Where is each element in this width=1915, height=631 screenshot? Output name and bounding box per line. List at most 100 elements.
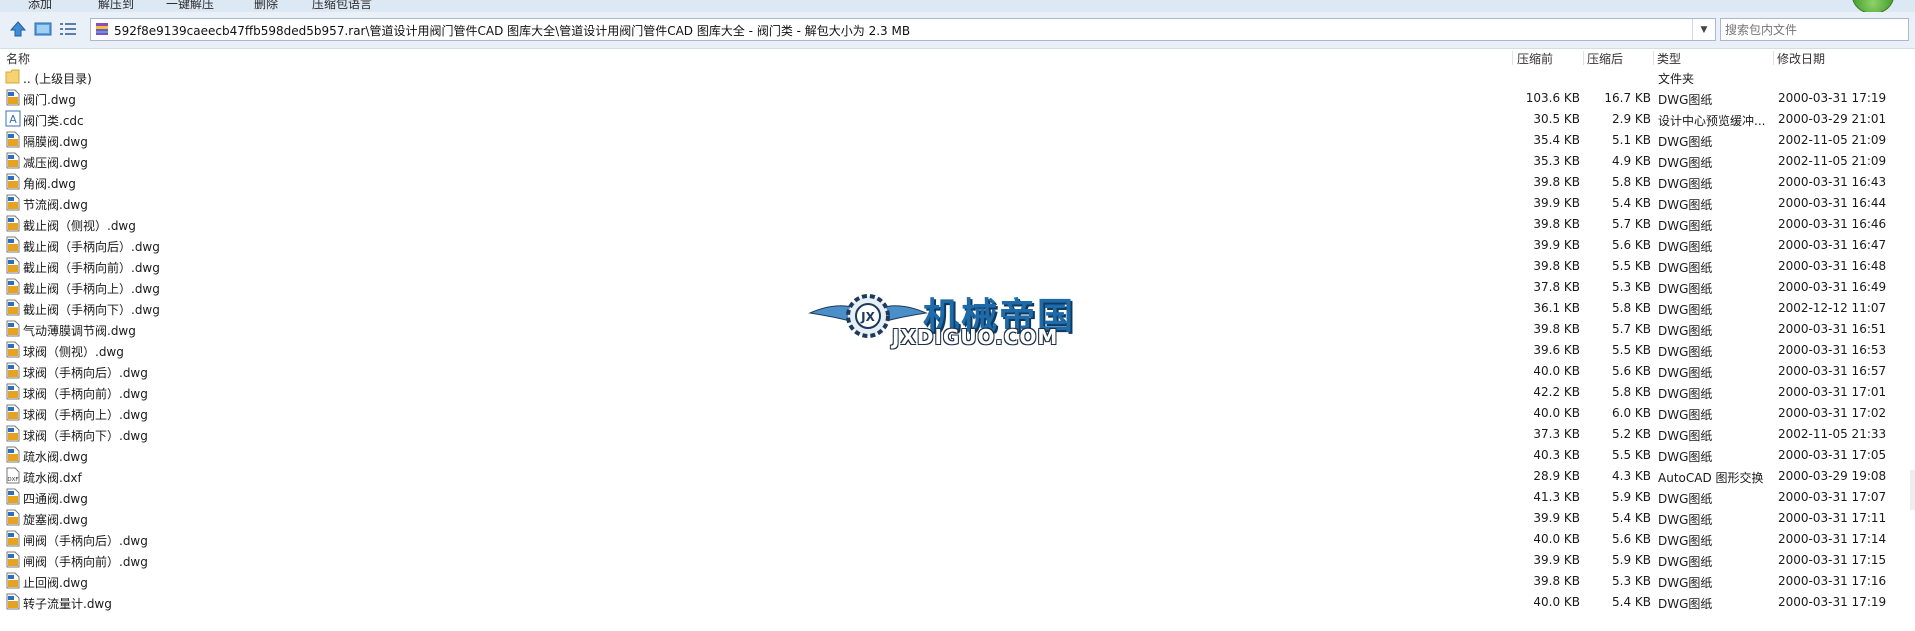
file-name: 截止阀（手柄向上）.dwg bbox=[23, 282, 160, 296]
dwg-file-icon bbox=[6, 236, 20, 253]
search-box[interactable] bbox=[1720, 18, 1909, 41]
modified-date: 2000-03-31 16:51 bbox=[1778, 322, 1887, 336]
column-header-name[interactable]: 名称 bbox=[6, 50, 30, 67]
list-item[interactable]: 隔膜阀.dwg 35.4 KB 5.1 KB DWG图纸 2002-11-05 … bbox=[0, 129, 1915, 150]
address-dropdown-button[interactable]: ▼ bbox=[1692, 19, 1715, 40]
list-item[interactable]: 阀门.dwg 103.6 KB 16.7 KB DWG图纸 2000-03-31… bbox=[0, 87, 1915, 108]
file-type: DWG图纸 bbox=[1658, 450, 1713, 464]
list-item[interactable]: 减压阀.dwg 35.3 KB 4.9 KB DWG图纸 2002-11-05 … bbox=[0, 150, 1915, 171]
toolbar: 添加 解压到 一键解压 删除 压缩包语言 bbox=[0, 0, 1915, 12]
compressed-after: 5.5 KB bbox=[1612, 259, 1651, 273]
list-item[interactable]: 闸阀（手柄向前）.dwg 39.9 KB 5.9 KB DWG图纸 2000-0… bbox=[0, 549, 1915, 570]
modified-date: 2002-12-12 11:07 bbox=[1778, 301, 1887, 315]
up-arrow-icon[interactable] bbox=[8, 20, 28, 38]
list-item[interactable]: 四通阀.dwg 41.3 KB 5.9 KB DWG图纸 2000-03-31 … bbox=[0, 486, 1915, 507]
compressed-after: 4.9 KB bbox=[1612, 154, 1651, 168]
list-item[interactable]: 截止阀（侧视）.dwg 39.8 KB 5.7 KB DWG图纸 2000-03… bbox=[0, 213, 1915, 234]
file-name: 球阀（手柄向上）.dwg bbox=[23, 408, 148, 422]
compressed-after: 2.9 KB bbox=[1612, 112, 1651, 126]
modified-date: 2002-11-05 21:33 bbox=[1778, 427, 1887, 441]
file-type: DWG图纸 bbox=[1658, 387, 1713, 401]
file-type: DWG图纸 bbox=[1658, 408, 1713, 422]
rar-archive-icon bbox=[96, 23, 108, 35]
list-item[interactable]: 旋塞阀.dwg 39.9 KB 5.4 KB DWG图纸 2000-03-31 … bbox=[0, 507, 1915, 528]
list-item[interactable]: 止回阀.dwg 39.8 KB 5.3 KB DWG图纸 2000-03-31 … bbox=[0, 570, 1915, 591]
column-header-compressed-after[interactable]: 压缩后 bbox=[1587, 50, 1623, 67]
list-view-icon[interactable] bbox=[58, 20, 78, 38]
compressed-before: 37.3 KB bbox=[1533, 427, 1580, 441]
list-item[interactable]: 球阀（手柄向上）.dwg 40.0 KB 6.0 KB DWG图纸 2000-0… bbox=[0, 402, 1915, 423]
compressed-before: 39.9 KB bbox=[1533, 553, 1580, 567]
watermark-en-text: JXDIGUO.COM bbox=[892, 325, 1059, 349]
watermark-logo: JX 机械帝国 JXDIGUO.COM bbox=[808, 283, 1108, 349]
column-header-compressed-before[interactable]: 压缩前 bbox=[1517, 50, 1553, 67]
compressed-before: 39.8 KB bbox=[1533, 322, 1580, 336]
file-name: 隔膜阀.dwg bbox=[23, 135, 88, 149]
modified-date: 2000-03-31 17:01 bbox=[1778, 385, 1887, 399]
column-divider[interactable] bbox=[1653, 51, 1654, 65]
file-name: 闸阀（手柄向后）.dwg bbox=[23, 534, 148, 548]
dwg-file-icon bbox=[6, 446, 20, 463]
list-item[interactable]: 球阀（手柄向下）.dwg 37.3 KB 5.2 KB DWG图纸 2002-1… bbox=[0, 423, 1915, 444]
modified-date: 2002-11-05 21:09 bbox=[1778, 133, 1887, 147]
compressed-before: 41.3 KB bbox=[1533, 490, 1580, 504]
compressed-after: 5.3 KB bbox=[1612, 280, 1651, 294]
column-divider[interactable] bbox=[1583, 51, 1584, 65]
compressed-before: 39.6 KB bbox=[1533, 343, 1580, 357]
list-item[interactable]: DXF 疏水阀.dxf 28.9 KB 4.3 KB AutoCAD 图形交换 … bbox=[0, 465, 1915, 486]
file-name: 疏水阀.dxf bbox=[23, 471, 82, 485]
list-item[interactable]: 疏水阀.dwg 40.3 KB 5.5 KB DWG图纸 2000-03-31 … bbox=[0, 444, 1915, 465]
modified-date: 2000-03-31 16:47 bbox=[1778, 238, 1887, 252]
modified-date: 2000-03-31 16:43 bbox=[1778, 175, 1887, 189]
list-item[interactable]: 球阀（手柄向前）.dwg 42.2 KB 5.8 KB DWG图纸 2000-0… bbox=[0, 381, 1915, 402]
scrollbar[interactable] bbox=[1910, 470, 1915, 510]
column-header-type[interactable]: 类型 bbox=[1657, 50, 1681, 67]
modified-date: 2000-03-31 17:19 bbox=[1778, 595, 1887, 609]
file-type: DWG图纸 bbox=[1658, 534, 1713, 548]
compressed-before: 39.9 KB bbox=[1533, 196, 1580, 210]
compressed-before: 37.8 KB bbox=[1533, 280, 1580, 294]
file-name: 闸阀（手柄向前）.dwg bbox=[23, 555, 148, 569]
list-item[interactable]: 闸阀（手柄向后）.dwg 40.0 KB 5.6 KB DWG图纸 2000-0… bbox=[0, 528, 1915, 549]
compressed-after: 5.5 KB bbox=[1612, 448, 1651, 462]
list-item[interactable]: 转子流量计.dwg 40.0 KB 5.4 KB DWG图纸 2000-03-3… bbox=[0, 591, 1915, 612]
compressed-after: 5.1 KB bbox=[1612, 133, 1651, 147]
column-divider[interactable] bbox=[1773, 51, 1774, 65]
toolbar-add-button[interactable]: 添加 bbox=[28, 0, 52, 12]
toolbar-extract-to-button[interactable]: 解压到 bbox=[98, 0, 134, 12]
file-type: DWG图纸 bbox=[1658, 93, 1713, 107]
toolbar-one-click-extract-button[interactable]: 一键解压 bbox=[166, 0, 214, 12]
modified-date: 2002-11-05 21:09 bbox=[1778, 154, 1887, 168]
search-input[interactable] bbox=[1725, 21, 1905, 38]
file-type: DWG图纸 bbox=[1658, 219, 1713, 233]
file-name: 截止阀（侧视）.dwg bbox=[23, 219, 136, 233]
list-item[interactable]: 节流阀.dwg 39.9 KB 5.4 KB DWG图纸 2000-03-31 … bbox=[0, 192, 1915, 213]
svg-text:DXF: DXF bbox=[7, 477, 18, 483]
compressed-after: 5.4 KB bbox=[1612, 595, 1651, 609]
compressed-after: 5.7 KB bbox=[1612, 217, 1651, 231]
toolbar-delete-button[interactable]: 删除 bbox=[254, 0, 278, 12]
folder-icon bbox=[5, 69, 20, 84]
list-item[interactable]: 截止阀（手柄向前）.dwg 39.8 KB 5.5 KB DWG图纸 2000-… bbox=[0, 255, 1915, 276]
thumbnail-view-icon[interactable] bbox=[33, 20, 53, 38]
list-item[interactable]: 角阀.dwg 39.8 KB 5.8 KB DWG图纸 2000-03-31 1… bbox=[0, 171, 1915, 192]
dxf-file-icon: DXF bbox=[6, 467, 20, 484]
list-item[interactable]: 截止阀（手柄向后）.dwg 39.9 KB 5.6 KB DWG图纸 2000-… bbox=[0, 234, 1915, 255]
compressed-before: 35.4 KB bbox=[1533, 133, 1580, 147]
column-divider[interactable] bbox=[1512, 51, 1513, 65]
column-header-modified[interactable]: 修改日期 bbox=[1777, 50, 1825, 67]
toolbar-language-button[interactable]: 压缩包语言 bbox=[312, 0, 372, 12]
file-name: 四通阀.dwg bbox=[23, 492, 88, 506]
list-item-parent-directory[interactable]: .. (上级目录) 文件夹 bbox=[0, 66, 1915, 87]
list-item[interactable]: A 阀门类.cdc 30.5 KB 2.9 KB 设计中心预览缓冲... 200… bbox=[0, 108, 1915, 129]
file-type: DWG图纸 bbox=[1658, 429, 1713, 443]
file-name: 截止阀（手柄向后）.dwg bbox=[23, 240, 160, 254]
compressed-after: 4.3 KB bbox=[1612, 469, 1651, 483]
address-bar[interactable]: 592f8e9139caeecb47ffb598ded5b957.rar\管道设… bbox=[90, 18, 1716, 41]
file-type: DWG图纸 bbox=[1658, 303, 1713, 317]
list-item[interactable]: 球阀（手柄向后）.dwg 40.0 KB 5.6 KB DWG图纸 2000-0… bbox=[0, 360, 1915, 381]
compressed-after: 16.7 KB bbox=[1604, 91, 1651, 105]
modified-date: 2000-03-31 16:49 bbox=[1778, 280, 1887, 294]
modified-date: 2000-03-29 19:08 bbox=[1778, 469, 1887, 483]
compressed-before: 30.5 KB bbox=[1533, 112, 1580, 126]
